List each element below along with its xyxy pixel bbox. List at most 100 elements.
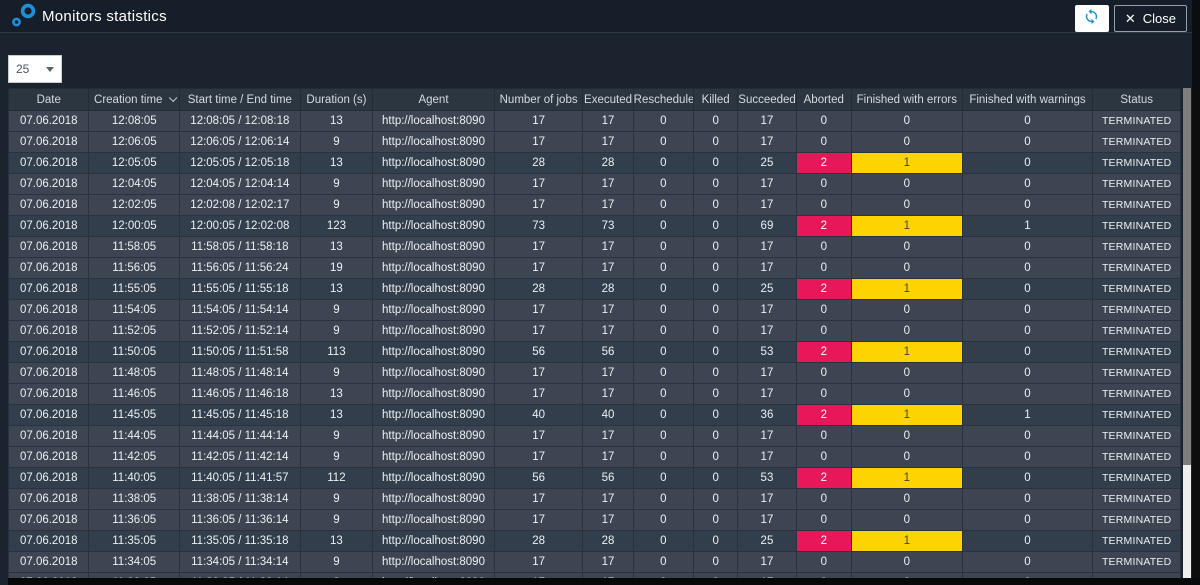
column-header-status[interactable]: Status — [1093, 89, 1181, 111]
cell-status: TERMINATED — [1093, 342, 1181, 363]
column-header-date[interactable]: Date — [9, 89, 89, 111]
monitors-statistics-window: Monitors statistics ✕ Close 25 DateCreat… — [0, 0, 1200, 585]
column-header-aborted[interactable]: Aborted — [796, 89, 851, 111]
cell-date: 07.06.2018 — [9, 321, 89, 342]
cell-executed: 17 — [583, 132, 633, 153]
cell-warnings: 0 — [962, 447, 1093, 468]
close-button[interactable]: ✕ Close — [1114, 5, 1187, 32]
cell-creation-time: 11:55:05 — [89, 279, 180, 300]
cell-duration: 9 — [300, 426, 372, 447]
cell-killed: 0 — [694, 552, 738, 573]
cell-creation-time: 11:58:05 — [89, 237, 180, 258]
cell-duration: 9 — [300, 321, 372, 342]
column-header-warnings[interactable]: Finished with warnings — [962, 89, 1093, 111]
cell-rescheduled: 0 — [633, 489, 693, 510]
cell-status: TERMINATED — [1093, 258, 1181, 279]
cell-agent: http://localhost:8090 — [373, 111, 495, 132]
cell-killed: 0 — [694, 132, 738, 153]
column-header-succeeded[interactable]: Succeeded — [738, 89, 796, 111]
cell-aborted: 2 — [796, 153, 851, 174]
cell-creation-time: 12:02:05 — [89, 195, 180, 216]
cell-status: TERMINATED — [1093, 405, 1181, 426]
cell-jobs: 17 — [494, 195, 583, 216]
table-row: 07.06.201811:44:0511:44:05 / 11:44:149ht… — [9, 426, 1181, 447]
refresh-button[interactable] — [1075, 5, 1109, 32]
cell-aborted: 0 — [796, 174, 851, 195]
column-header-rescheduled[interactable]: Rescheduled — [633, 89, 693, 111]
cell-executed: 56 — [583, 468, 633, 489]
cell-errors: 0 — [851, 258, 962, 279]
cell-duration: 9 — [300, 447, 372, 468]
cell-killed: 0 — [694, 153, 738, 174]
cell-rescheduled: 0 — [633, 111, 693, 132]
column-header-jobs[interactable]: Number of jobs — [494, 89, 583, 111]
cell-executed: 17 — [583, 174, 633, 195]
cell-executed: 28 — [583, 153, 633, 174]
cell-creation-time: 11:38:05 — [89, 489, 180, 510]
cell-date: 07.06.2018 — [9, 510, 89, 531]
table-row: 07.06.201811:58:0511:58:05 / 11:58:1813h… — [9, 237, 1181, 258]
cell-agent: http://localhost:8090 — [373, 321, 495, 342]
page-size-select[interactable]: 25 — [8, 55, 62, 83]
table-row: 07.06.201811:54:0511:54:05 / 11:54:149ht… — [9, 300, 1181, 321]
cell-jobs: 56 — [494, 468, 583, 489]
cell-errors: 1 — [851, 468, 962, 489]
cell-aborted: 0 — [796, 321, 851, 342]
cell-killed: 0 — [694, 195, 738, 216]
cell-executed: 17 — [583, 510, 633, 531]
cell-executed: 17 — [583, 489, 633, 510]
cell-executed: 73 — [583, 216, 633, 237]
column-header-killed[interactable]: Killed — [694, 89, 738, 111]
cell-warnings: 0 — [962, 111, 1093, 132]
column-header-executed[interactable]: Executed — [583, 89, 633, 111]
cell-creation-time: 11:45:05 — [89, 405, 180, 426]
table-row: 07.06.201811:40:0511:40:05 / 11:41:57112… — [9, 468, 1181, 489]
column-header-agent[interactable]: Agent — [373, 89, 495, 111]
cell-agent: http://localhost:8090 — [373, 510, 495, 531]
cell-duration: 113 — [300, 342, 372, 363]
cell-jobs: 28 — [494, 153, 583, 174]
cell-date: 07.06.2018 — [9, 300, 89, 321]
cell-status: TERMINATED — [1093, 447, 1181, 468]
cell-creation-time: 11:44:05 — [89, 426, 180, 447]
cell-succeeded: 17 — [738, 552, 796, 573]
cell-warnings: 0 — [962, 363, 1093, 384]
column-header-start-end[interactable]: Start time / End time — [180, 89, 301, 111]
cell-creation-time: 12:05:05 — [89, 153, 180, 174]
cell-aborted: 0 — [796, 195, 851, 216]
cell-errors: 1 — [851, 405, 962, 426]
cell-date: 07.06.2018 — [9, 363, 89, 384]
right-edge — [1192, 0, 1200, 585]
column-header-errors[interactable]: Finished with errors — [851, 89, 962, 111]
cell-creation-time: 11:34:05 — [89, 552, 180, 573]
cell-killed: 0 — [694, 321, 738, 342]
cell-errors: 0 — [851, 300, 962, 321]
cell-jobs: 17 — [494, 363, 583, 384]
column-header-creation-time[interactable]: Creation time — [89, 89, 180, 111]
cell-agent: http://localhost:8090 — [373, 237, 495, 258]
cell-succeeded: 17 — [738, 174, 796, 195]
cell-rescheduled: 0 — [633, 405, 693, 426]
cell-status: TERMINATED — [1093, 321, 1181, 342]
page-size-value: 25 — [16, 62, 46, 76]
cell-date: 07.06.2018 — [9, 468, 89, 489]
cell-creation-time: 11:56:05 — [89, 258, 180, 279]
cell-succeeded: 17 — [738, 384, 796, 405]
cell-agent: http://localhost:8090 — [373, 279, 495, 300]
cell-aborted: 0 — [796, 363, 851, 384]
cell-errors: 1 — [851, 153, 962, 174]
cell-rescheduled: 0 — [633, 552, 693, 573]
cell-rescheduled: 0 — [633, 342, 693, 363]
cell-warnings: 1 — [962, 405, 1093, 426]
scrollbar-thumb[interactable] — [1183, 88, 1191, 465]
close-icon: ✕ — [1125, 11, 1136, 27]
cell-start-end: 11:40:05 / 11:41:57 — [180, 468, 301, 489]
column-header-duration[interactable]: Duration (s) — [300, 89, 372, 111]
cell-status: TERMINATED — [1093, 174, 1181, 195]
cell-aborted: 0 — [796, 489, 851, 510]
cell-rescheduled: 0 — [633, 363, 693, 384]
cell-rescheduled: 0 — [633, 279, 693, 300]
vertical-scrollbar[interactable] — [1183, 88, 1191, 578]
table-row: 07.06.201811:42:0511:42:05 / 11:42:149ht… — [9, 447, 1181, 468]
cell-duration: 9 — [300, 174, 372, 195]
